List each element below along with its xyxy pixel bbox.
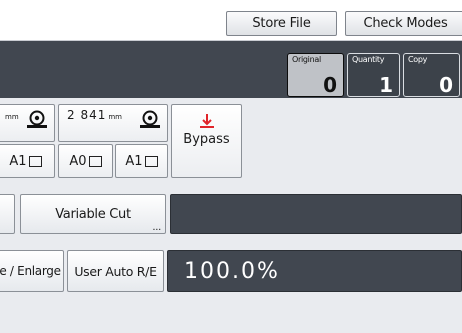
quantity-label: Quantity [352, 55, 385, 64]
ratio-value: 100.0% [184, 258, 280, 284]
paper-size-a0-button[interactable]: A0 [58, 144, 113, 178]
paper-roll-icon [27, 110, 47, 128]
check-modes-label: Check Modes [363, 16, 448, 31]
paper-tray-2[interactable]: 2 841 mm [58, 104, 168, 142]
more-options-icon: ... [152, 222, 161, 233]
paper-orientation-icon [28, 155, 42, 167]
size1-label: A1 [9, 153, 27, 169]
paper-size-a1b-button[interactable]: A1 [115, 144, 168, 178]
cut-display-panel [170, 194, 462, 234]
copy-counter: Copy 0 [403, 53, 460, 97]
reduce-enlarge-button[interactable]: e / Enlarge [0, 250, 64, 292]
paper-size-a1-button[interactable]: A1 [0, 144, 55, 178]
user-auto-re-button[interactable]: User Auto R/E [67, 250, 164, 292]
size2-label: A0 [69, 153, 87, 169]
original-counter: Original 0 [287, 53, 344, 97]
tray1-unit: mm [5, 113, 19, 121]
size3-label: A1 [125, 153, 143, 169]
reduce-enlarge-label: e / Enlarge [0, 264, 61, 278]
ratio-display: 100.0% [167, 250, 462, 292]
paper-tray-1[interactable]: mm [0, 104, 55, 142]
bypass-label: Bypass [183, 132, 230, 147]
bypass-button[interactable]: Bypass [171, 104, 242, 178]
copy-value: 0 [439, 73, 453, 97]
cut-mode-button[interactable] [0, 194, 15, 234]
tray2-width: 2 841 [67, 108, 107, 122]
original-value: 0 [323, 73, 337, 97]
paper-orientation-icon [88, 155, 102, 167]
store-file-button[interactable]: Store File [226, 11, 337, 36]
variable-cut-button[interactable]: Variable Cut ... [20, 194, 166, 234]
variable-cut-label: Variable Cut [55, 206, 131, 222]
check-modes-button[interactable]: Check Modes [345, 11, 462, 36]
original-label: Original [292, 55, 321, 64]
quantity-value: 1 [379, 73, 393, 97]
copy-label: Copy [408, 55, 428, 64]
paper-orientation-icon [144, 155, 158, 167]
bypass-arrow-icon [199, 114, 214, 128]
store-file-label: Store File [252, 16, 311, 31]
paper-roll-icon [140, 110, 160, 128]
user-auto-label: User Auto R/E [74, 263, 157, 279]
tray2-unit: mm [108, 113, 122, 121]
quantity-counter: Quantity 1 [347, 53, 400, 97]
